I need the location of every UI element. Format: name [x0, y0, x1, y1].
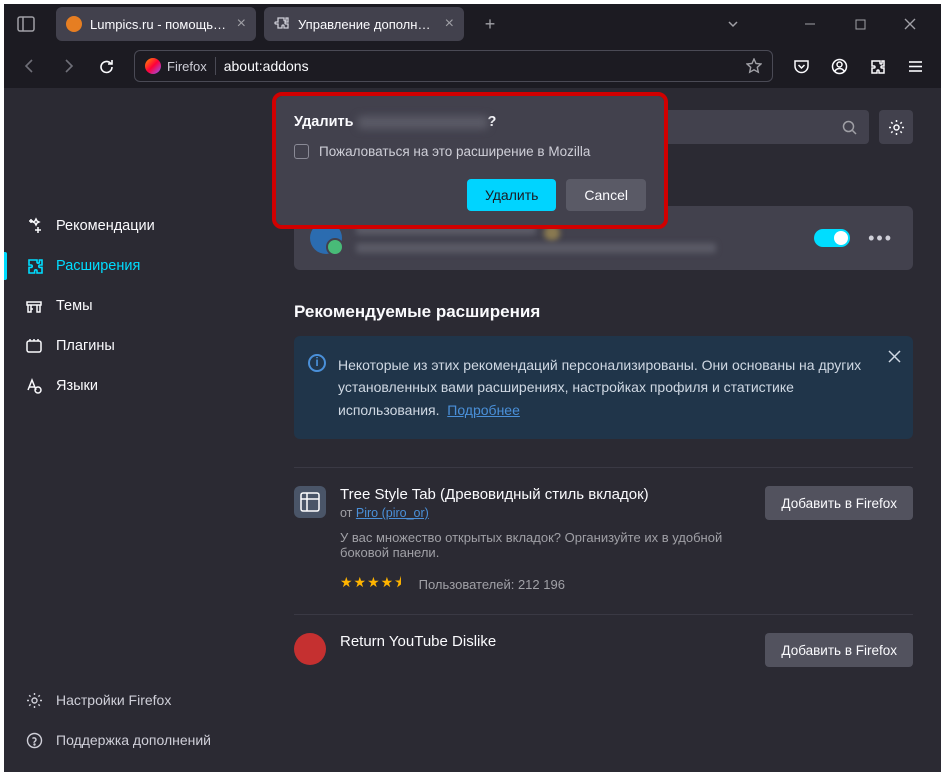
- addon-tools-button[interactable]: [879, 110, 913, 144]
- sidebar-panel-icon[interactable]: [12, 10, 40, 38]
- sidebar-item-recommendations[interactable]: Рекомендации: [4, 206, 266, 246]
- account-icon[interactable]: [823, 50, 855, 82]
- sidebar-label: Языки: [56, 378, 98, 394]
- tab-label: Управление дополнениями: [298, 17, 437, 32]
- add-to-firefox-button[interactable]: Добавить в Firefox: [765, 486, 913, 520]
- new-tab-button[interactable]: +: [476, 10, 504, 38]
- sidebar-label: Расширения: [56, 258, 140, 274]
- url-text: about:addons: [224, 58, 746, 74]
- search-icon: [842, 120, 857, 135]
- dialog-remove-button[interactable]: Удалить: [467, 179, 556, 211]
- recommendation-card: Return YouTube Dislike Добавить в Firefo…: [294, 614, 913, 685]
- personalization-banner: i Некоторые из этих рекомендаций персона…: [294, 336, 913, 439]
- sidebar-label: Поддержка дополнений: [56, 732, 211, 748]
- rec-description: У вас множество открытых вкладок? Органи…: [340, 530, 751, 560]
- url-bar[interactable]: Firefox about:addons: [134, 50, 773, 82]
- sidebar-item-themes[interactable]: Темы: [4, 286, 266, 326]
- addon-icon: [294, 633, 326, 665]
- window-close-button[interactable]: [887, 6, 933, 42]
- recommendation-card: Tree Style Tab (Древовидный стиль вкладо…: [294, 467, 913, 614]
- rec-author-link[interactable]: Piro (piro_or): [356, 506, 429, 520]
- section-recommended-title: Рекомендуемые расширения: [294, 302, 913, 322]
- sidebar-item-plugins[interactable]: Плагины: [4, 326, 266, 366]
- sidebar-item-extensions[interactable]: Расширения: [4, 246, 266, 286]
- banner-text: Некоторые из этих рекомендаций персонали…: [338, 357, 861, 418]
- sidebar-item-support[interactable]: Поддержка дополнений: [4, 720, 266, 760]
- sidebar-item-settings[interactable]: Настройки Firefox: [4, 680, 266, 720]
- addon-enable-toggle[interactable]: [814, 229, 850, 247]
- extensions-icon[interactable]: [861, 50, 893, 82]
- confirm-dialog-highlight: Удалить ? Пожаловаться на это расширение…: [272, 92, 668, 229]
- tab-addons[interactable]: Управление дополнениями ×: [264, 7, 464, 41]
- rec-users: Пользователей: 212 196: [419, 577, 565, 592]
- puzzle-icon: [274, 16, 290, 32]
- banner-more-link[interactable]: Подробнее: [447, 402, 520, 418]
- remove-addon-dialog: Удалить ? Пожаловаться на это расширение…: [276, 96, 664, 225]
- plugin-icon: [24, 336, 44, 356]
- gear-icon: [24, 690, 44, 710]
- sidebar-item-languages[interactable]: Языки: [4, 366, 266, 406]
- reload-button[interactable]: [90, 50, 122, 82]
- forward-button: [52, 50, 84, 82]
- pocket-icon[interactable]: [785, 50, 817, 82]
- rec-title: Return YouTube Dislike: [340, 633, 751, 650]
- addon-more-button[interactable]: •••: [864, 228, 897, 249]
- divider: [215, 57, 216, 75]
- sidebar-label: Плагины: [56, 338, 115, 354]
- sidebar-label: Темы: [56, 298, 93, 314]
- close-icon[interactable]: ×: [445, 15, 454, 33]
- back-button[interactable]: [14, 50, 46, 82]
- rec-title: Tree Style Tab (Древовидный стиль вкладо…: [340, 486, 751, 503]
- firefox-logo-icon: [145, 58, 161, 74]
- dialog-addon-name-redacted: [358, 116, 488, 129]
- sidebar-label: Рекомендации: [56, 218, 155, 234]
- sidebar-label: Настройки Firefox: [56, 692, 171, 708]
- app-menu-icon[interactable]: [899, 50, 931, 82]
- sparkle-icon: [24, 216, 44, 236]
- report-checkbox[interactable]: [294, 144, 309, 159]
- close-icon[interactable]: ×: [237, 15, 246, 33]
- puzzle-icon: [24, 256, 44, 276]
- tab-lumpics[interactable]: Lumpics.ru - помощь с компь ×: [56, 7, 256, 41]
- url-identity: Firefox: [167, 59, 207, 74]
- bookmark-star-icon[interactable]: [746, 58, 762, 74]
- brush-icon: [24, 296, 44, 316]
- close-icon[interactable]: [888, 350, 901, 363]
- help-icon: [24, 730, 44, 750]
- tab-label: Lumpics.ru - помощь с компь: [90, 17, 229, 32]
- dialog-cancel-button[interactable]: Cancel: [566, 179, 646, 211]
- dialog-title: Удалить: [294, 114, 354, 130]
- rec-author: от Piro (piro_or): [340, 506, 751, 520]
- tab-favicon: [66, 16, 82, 32]
- window-minimize-button[interactable]: [787, 6, 833, 42]
- tabs-dropdown-icon[interactable]: [713, 8, 753, 40]
- report-checkbox-label: Пожаловаться на это расширение в Mozilla: [319, 144, 590, 159]
- window-maximize-button[interactable]: [837, 6, 883, 42]
- info-icon: i: [308, 354, 326, 372]
- add-to-firefox-button[interactable]: Добавить в Firefox: [765, 633, 913, 667]
- addon-desc-redacted: [356, 243, 716, 253]
- rating-stars: ★★★★⯨: [340, 572, 403, 596]
- language-icon: [24, 376, 44, 396]
- addon-icon: [294, 486, 326, 518]
